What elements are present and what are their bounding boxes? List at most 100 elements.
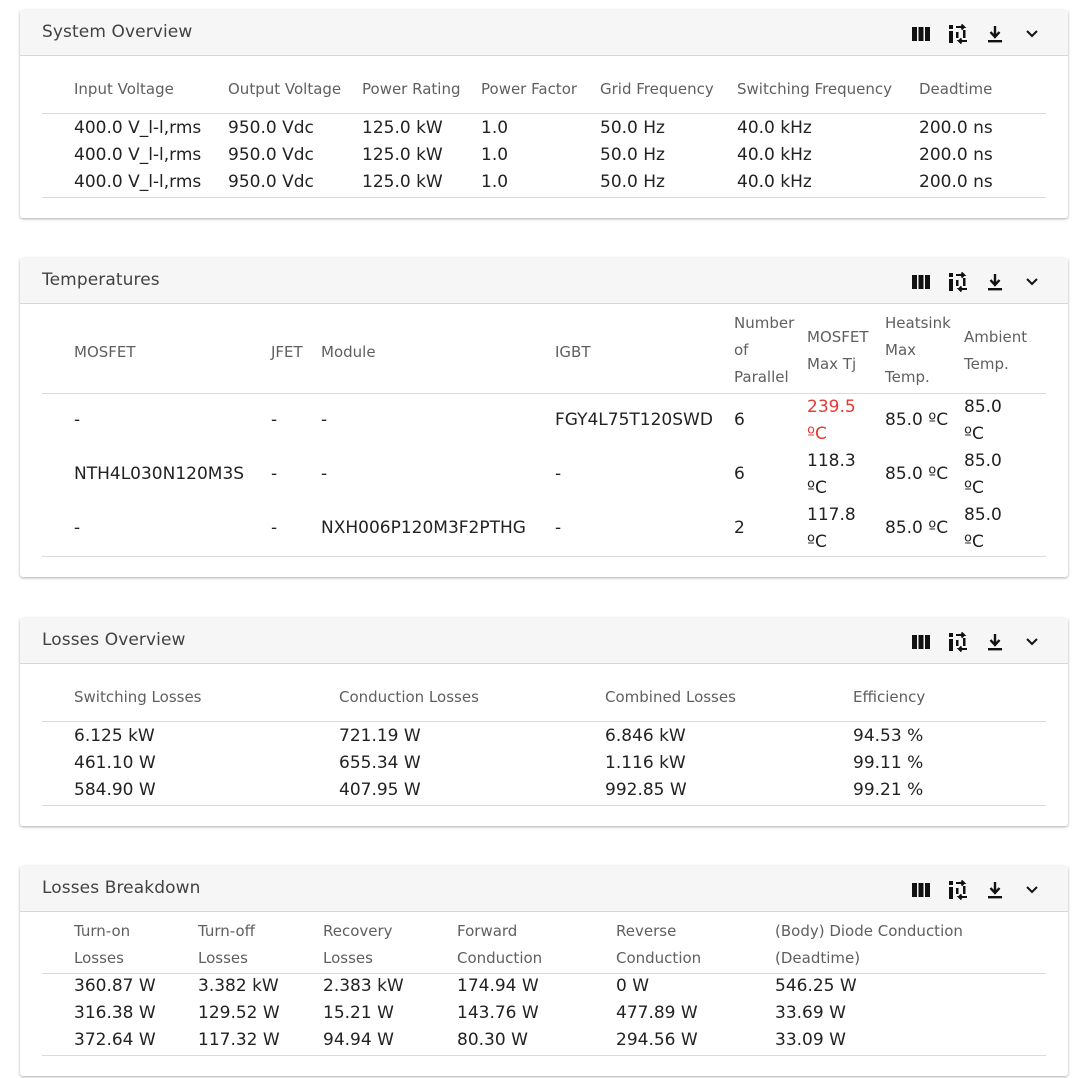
column-header[interactable]: Ambient Temp. bbox=[964, 324, 1036, 378]
column-header[interactable]: Deadtime bbox=[919, 80, 992, 98]
column-header[interactable]: Turn-on Losses bbox=[74, 918, 144, 972]
panel-toolbar bbox=[894, 272, 1042, 292]
table-cell: - bbox=[555, 464, 562, 484]
columns-icon[interactable] bbox=[911, 24, 931, 44]
column-header[interactable]: Combined Losses bbox=[605, 688, 736, 706]
column-header[interactable]: IGBT bbox=[555, 343, 591, 361]
table-header-row: Turn-on Losses Turn-off Losses Recovery … bbox=[42, 912, 1046, 973]
temperatures-panel: Temperatures MOSFET JFET Module IGBT Num… bbox=[20, 258, 1068, 577]
table-cell: - bbox=[321, 464, 328, 484]
chevron-down-icon[interactable] bbox=[1022, 880, 1042, 900]
download-icon[interactable] bbox=[985, 880, 1005, 900]
table-cell: 950.0 Vdc bbox=[228, 145, 314, 165]
table-row: 372.64 W 117.32 W 94.94 W 80.30 W 294.56… bbox=[42, 1028, 1046, 1055]
chevron-down-icon[interactable] bbox=[1022, 24, 1042, 44]
table-cell: - bbox=[74, 518, 81, 538]
table-cell: 400.0 V_l-l,rms bbox=[74, 145, 202, 165]
panel-header: Losses Overview bbox=[20, 618, 1068, 664]
table-cell: - bbox=[271, 410, 278, 430]
swap-icon[interactable] bbox=[948, 24, 968, 44]
table-cell: 316.38 W bbox=[74, 1003, 156, 1023]
temperatures-table: MOSFET JFET Module IGBT Number of Parall… bbox=[42, 304, 1046, 574]
table-cell: 950.0 Vdc bbox=[228, 172, 314, 192]
column-header[interactable]: Module bbox=[321, 343, 376, 361]
column-header[interactable]: Power Rating bbox=[362, 80, 460, 98]
table-cell: 200.0 ns bbox=[919, 145, 993, 165]
column-header[interactable]: (Body) Diode Conduction (Deadtime) bbox=[775, 918, 985, 972]
losses-overview-panel: Losses Overview Switching Losses Conduct… bbox=[20, 618, 1068, 826]
table-cell: 584.90 W bbox=[74, 780, 156, 800]
table-cell: - bbox=[271, 518, 278, 538]
divider bbox=[42, 721, 1046, 722]
table-cell: 94.53 % bbox=[853, 726, 924, 746]
table-cell: 85.0 ºC bbox=[964, 505, 1002, 552]
columns-icon[interactable] bbox=[911, 272, 931, 292]
column-header[interactable]: Efficiency bbox=[853, 688, 925, 706]
table-row: 584.90 W 407.95 W 992.85 W 99.21 % bbox=[42, 778, 1046, 805]
chevron-down-icon[interactable] bbox=[1022, 272, 1042, 292]
column-header[interactable]: Grid Frequency bbox=[600, 80, 714, 98]
column-header[interactable]: Forward Conduction bbox=[457, 918, 557, 972]
table-cell: 40.0 kHz bbox=[737, 172, 812, 192]
table-cell: 6.846 kW bbox=[605, 726, 686, 746]
table-cell: 407.95 W bbox=[339, 780, 421, 800]
table-cell: 143.76 W bbox=[457, 1003, 539, 1023]
table-cell: 85.0 ºC bbox=[885, 518, 949, 538]
column-header[interactable]: Recovery Losses bbox=[323, 918, 403, 972]
table-cell: 125.0 kW bbox=[362, 172, 443, 192]
swap-icon[interactable] bbox=[948, 880, 968, 900]
column-header[interactable]: MOSFET bbox=[74, 343, 136, 361]
losses-breakdown-table: Turn-on Losses Turn-off Losses Recovery … bbox=[42, 912, 1046, 1074]
panel-title: Losses Breakdown bbox=[42, 878, 201, 898]
table-cell: 99.11 % bbox=[853, 753, 924, 773]
download-icon[interactable] bbox=[985, 24, 1005, 44]
panel-title: System Overview bbox=[42, 22, 193, 42]
column-header[interactable]: Turn-off Losses bbox=[198, 918, 268, 972]
table-cell: NTH4L030N120M3S bbox=[74, 464, 245, 484]
system-overview-panel: System Overview Input Voltage Output Vol… bbox=[20, 10, 1068, 218]
table-cell: 50.0 Hz bbox=[600, 145, 665, 165]
column-header[interactable]: MOSFET Max Tj bbox=[807, 324, 877, 378]
table-row: - - NXH006P120M3F2PTHG - 2 117.8 ºC 85.0… bbox=[42, 502, 1046, 556]
columns-icon[interactable] bbox=[911, 880, 931, 900]
losses-breakdown-panel: Losses Breakdown Turn-on Losses Turn-off… bbox=[20, 866, 1068, 1076]
table-header-row: Switching Losses Conduction Losses Combi… bbox=[42, 664, 1046, 721]
table-cell: NXH006P120M3F2PTHG bbox=[321, 518, 526, 538]
table-cell: 6.125 kW bbox=[74, 726, 155, 746]
swap-icon[interactable] bbox=[948, 272, 968, 292]
table-cell: 6 bbox=[734, 464, 745, 484]
table-cell: 85.0 ºC bbox=[885, 464, 949, 484]
table-row: 400.0 V_l-l,rms 950.0 Vdc 125.0 kW 1.0 5… bbox=[42, 143, 1046, 170]
table-row: 316.38 W 129.52 W 15.21 W 143.76 W 477.8… bbox=[42, 1001, 1046, 1028]
table-cell: 125.0 kW bbox=[362, 145, 443, 165]
download-icon[interactable] bbox=[985, 272, 1005, 292]
system-overview-table: Input Voltage Output Voltage Power Ratin… bbox=[42, 56, 1046, 216]
download-icon[interactable] bbox=[985, 632, 1005, 652]
table-row: 6.125 kW 721.19 W 6.846 kW 94.53 % bbox=[42, 724, 1046, 751]
table-cell: 80.30 W bbox=[457, 1030, 528, 1050]
column-header[interactable]: Switching Losses bbox=[74, 688, 202, 706]
column-header[interactable]: JFET bbox=[271, 343, 303, 361]
table-row: NTH4L030N120M3S - - - 6 118.3 ºC 85.0 ºC… bbox=[42, 448, 1046, 502]
column-header[interactable]: Switching Frequency bbox=[737, 80, 892, 98]
columns-icon[interactable] bbox=[911, 632, 931, 652]
table-header-row: Input Voltage Output Voltage Power Ratin… bbox=[42, 56, 1046, 113]
table-row: 461.10 W 655.34 W 1.116 kW 99.11 % bbox=[42, 751, 1046, 778]
chevron-down-icon[interactable] bbox=[1022, 632, 1042, 652]
column-header[interactable]: Input Voltage bbox=[74, 80, 174, 98]
table-cell: 400.0 V_l-l,rms bbox=[74, 172, 202, 192]
column-header[interactable]: Number of Parallel bbox=[734, 310, 800, 391]
panel-header: System Overview bbox=[20, 10, 1068, 56]
column-header[interactable]: Heatsink Max Temp. bbox=[885, 310, 957, 391]
column-header[interactable]: Conduction Losses bbox=[339, 688, 479, 706]
table-cell: - bbox=[74, 410, 81, 430]
losses-overview-table: Switching Losses Conduction Losses Combi… bbox=[42, 664, 1046, 824]
column-header[interactable]: Output Voltage bbox=[228, 80, 341, 98]
table-cell: 372.64 W bbox=[74, 1030, 156, 1050]
table-cell: 992.85 W bbox=[605, 780, 687, 800]
table-cell: 6 bbox=[734, 410, 745, 430]
column-header[interactable]: Power Factor bbox=[481, 80, 577, 98]
swap-icon[interactable] bbox=[948, 632, 968, 652]
column-header[interactable]: Reverse Conduction bbox=[616, 918, 716, 972]
divider bbox=[42, 113, 1046, 114]
